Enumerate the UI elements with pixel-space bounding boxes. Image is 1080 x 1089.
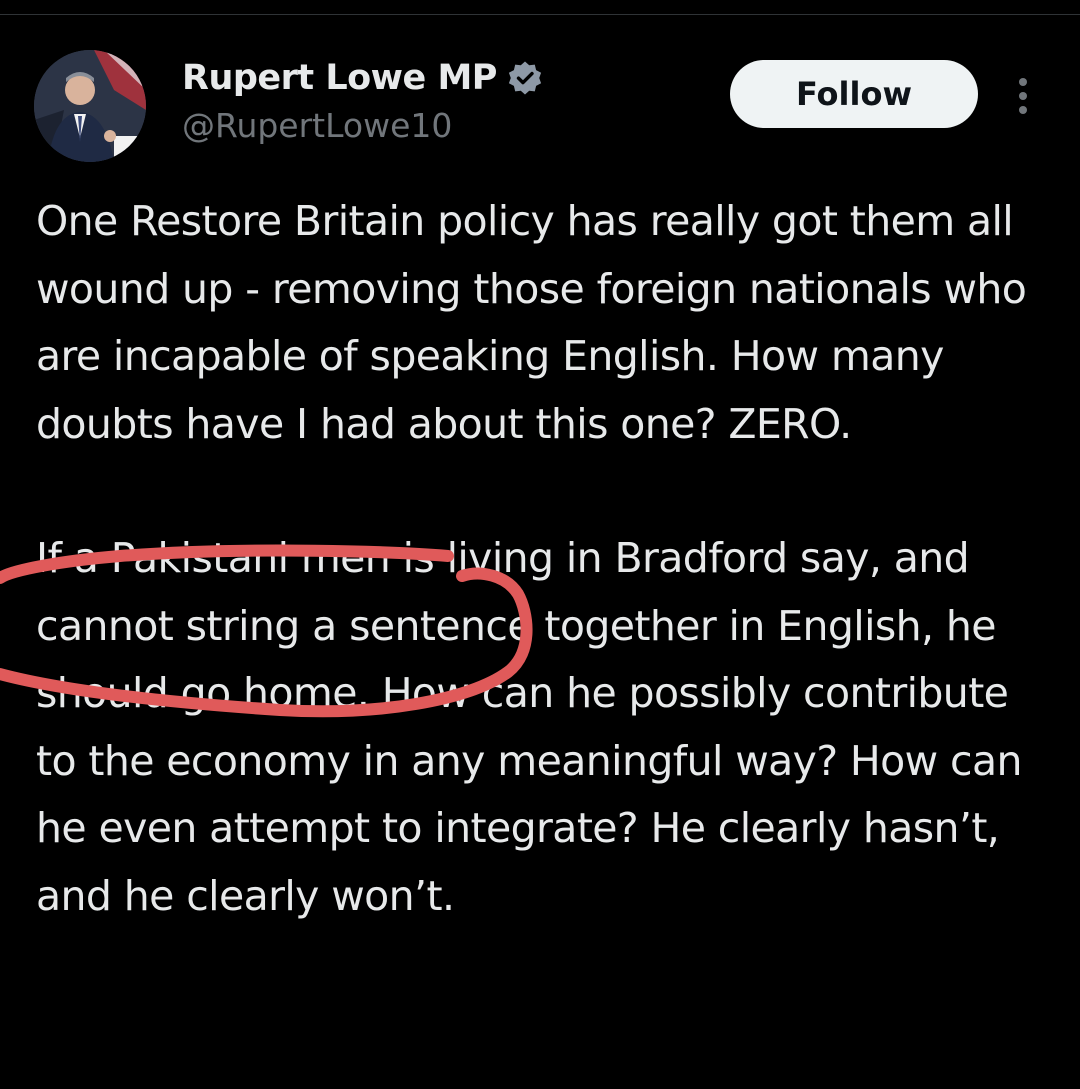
author-handle[interactable]: @RupertLowe10 [182,106,452,145]
tweet-paragraph-2: If a Pakistani men is living in Bradford… [36,534,1022,920]
author-avatar[interactable] [34,50,146,162]
tweet-paragraph-1: One Restore Britain policy has really go… [36,197,1027,448]
verified-badge-icon [507,60,543,96]
tweet-text: One Restore Britain policy has really go… [36,188,1056,930]
author-name[interactable]: Rupert Lowe MP [182,58,497,98]
profile-photo-icon [34,50,146,162]
follow-button[interactable]: Follow [730,60,978,128]
top-divider [0,14,1080,15]
more-vertical-icon[interactable] [1008,76,1038,116]
author-name-row: Rupert Lowe MP [182,56,543,100]
